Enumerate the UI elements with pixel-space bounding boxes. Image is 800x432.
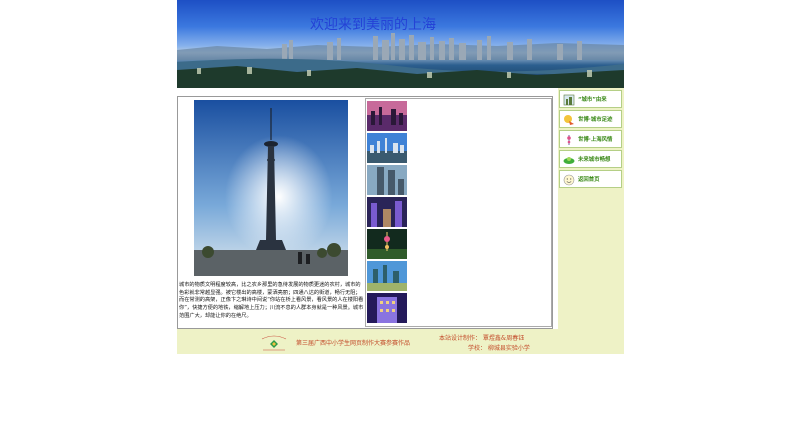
header-banner: 欢迎来到美丽的上海 [177, 0, 624, 88]
nav-label: 世博·上海风情 [578, 137, 613, 143]
article-text: 城市的物质文明程度较高，比之农乡那里的急待发展的物质更迷的农村，城市的色彩就非常… [179, 282, 364, 319]
shanghai-style-icon [567, 135, 571, 145]
thumbnail-gallery [365, 98, 552, 327]
expo-footprint-icon [564, 115, 574, 125]
thumb-night-building[interactable] [367, 293, 407, 323]
credit-line: 本站设计制作： 覃煜鑫&周春钰 [439, 335, 525, 342]
nav-label: 未来城市畅想 [578, 157, 611, 163]
thumb-bund-day[interactable] [367, 133, 407, 163]
school-line: 学校： 柳城县实验小学 [468, 345, 530, 352]
nav-shanghai-style[interactable]: 世博·上海风情 [559, 130, 622, 148]
sidebar-nav: “城市”由来 世博·城市足迹 世博·上海风情 未来城市畅想 返回首页 [558, 88, 624, 329]
nav-label: 返回首页 [578, 177, 600, 183]
nav-label: 世博·城市足迹 [578, 117, 613, 123]
smiley-home-icon [563, 174, 575, 186]
page-title: 欢迎来到美丽的上海 [310, 17, 436, 33]
contest-caption: 第三届广西中小学生网页制作大赛参赛作品 [296, 340, 411, 347]
thumb-sunset-skyline[interactable] [367, 101, 407, 131]
nav-city-origin[interactable]: “城市”由来 [559, 90, 622, 108]
nav-expo-footprint[interactable]: 世博·城市足迹 [559, 110, 622, 128]
thumb-night-pearl-tower[interactable] [367, 229, 407, 259]
thumb-twin-towers[interactable] [367, 165, 407, 195]
content-box: 城市的物质文明程度较高，比之农乡那里的急待发展的物质更迷的农村，城市的色彩就非常… [177, 96, 553, 329]
nav-future-city[interactable]: 未来城市畅想 [559, 150, 622, 168]
tv-tower-photo [194, 100, 348, 276]
nav-home[interactable]: 返回首页 [559, 170, 622, 188]
thumb-night-street[interactable] [367, 197, 407, 227]
nav-label: “城市”由来 [578, 97, 607, 103]
footer: 第三届广西中小学生网页制作大赛参赛作品 本站设计制作： 覃煜鑫&周春钰 学校： … [177, 329, 624, 354]
page-container: 欢迎来到美丽的上海 城市的物质文明程度较高，比之农乡那里的急待发展的物质更迷的农… [177, 0, 624, 354]
city-origin-icon [563, 94, 575, 106]
contest-logo-icon [261, 335, 287, 351]
future-city-icon [563, 157, 575, 164]
thumb-plaza-daytime[interactable] [367, 261, 407, 291]
